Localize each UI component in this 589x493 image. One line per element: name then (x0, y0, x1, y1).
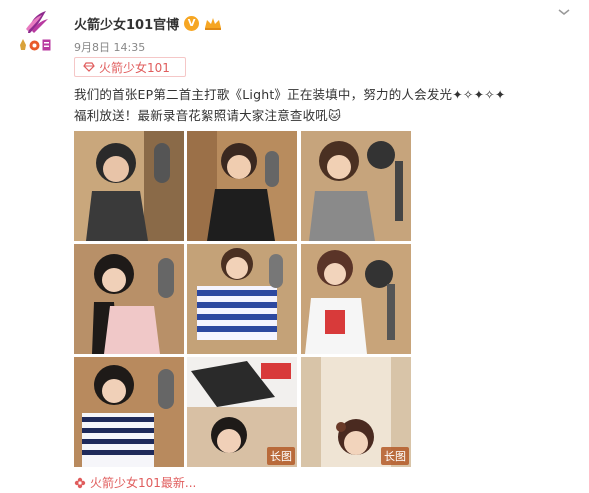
photo-1[interactable] (74, 131, 184, 241)
source-link[interactable]: 火箭少女101最新... (74, 474, 196, 491)
photo-7[interactable] (74, 357, 184, 467)
author-name[interactable]: 火箭少女101官博 (74, 14, 179, 33)
diamond-icon (83, 62, 95, 72)
avatar[interactable] (24, 9, 50, 35)
photo-2[interactable] (187, 131, 297, 241)
rocket-girls-logo-icon (26, 11, 48, 33)
long-image-tag: 长图 (381, 447, 409, 465)
user-badges (19, 39, 53, 51)
photo-5[interactable] (187, 244, 297, 354)
fan-badge-icon (42, 39, 51, 51)
vip-badge-icon: V (184, 16, 200, 31)
rocket-badge-icon (20, 39, 26, 50)
photo-9[interactable]: 长图 (301, 357, 411, 467)
post-text-line-2: 福利放送！最新录音花絮照请大家注意查收吼🐱 (74, 108, 342, 123)
long-image-tag: 长图 (267, 447, 295, 465)
chevron-down-icon[interactable] (557, 7, 571, 17)
circle-badge-icon (29, 40, 40, 50)
topic-chip[interactable]: 火箭少女101 (74, 57, 186, 77)
photo-6[interactable] (301, 244, 411, 354)
post-date[interactable]: 9月8日 14:35 (74, 39, 145, 55)
photo-3[interactable] (301, 131, 411, 241)
photo-8[interactable]: 长图 (187, 357, 297, 467)
source-label: 火箭少女101最新... (90, 476, 197, 490)
topic-label: 火箭少女101 (99, 60, 170, 75)
flower-icon (74, 477, 86, 488)
photo-4[interactable] (74, 244, 184, 354)
post-text-line-1: 我们的首张EP第二首主打歌《Light》正在装填中，努力的人会发光✦✧✦✧✦ (74, 87, 506, 102)
member-crown-icon (205, 18, 222, 30)
